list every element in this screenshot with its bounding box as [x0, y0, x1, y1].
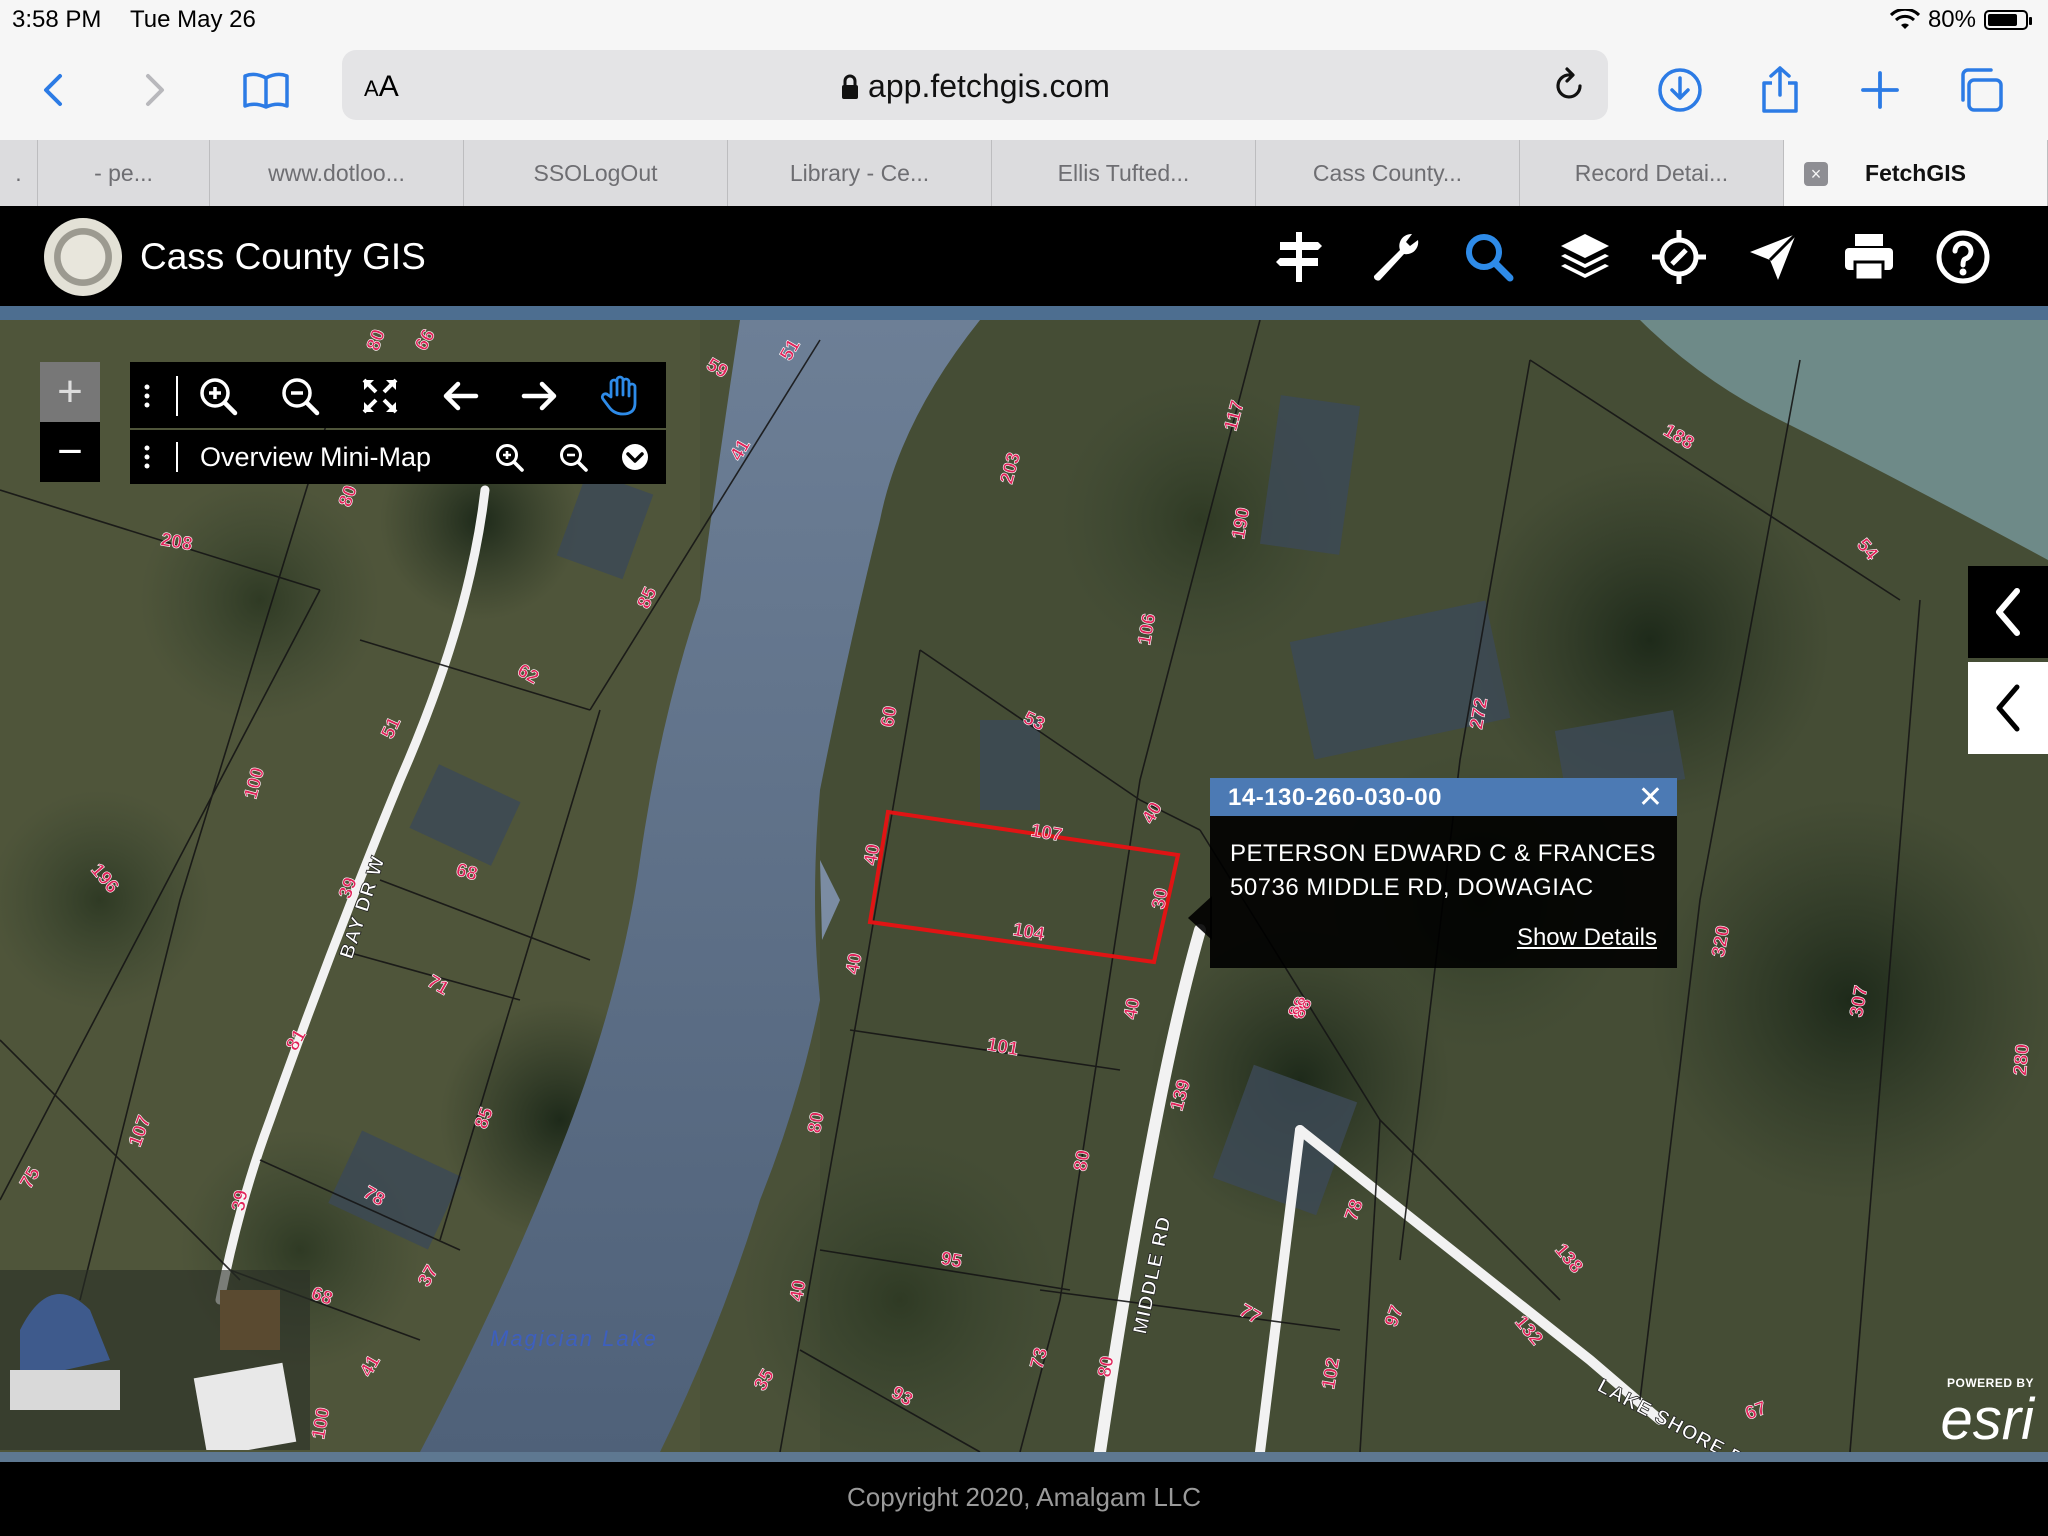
- browser-tab[interactable]: Library - Ce...: [728, 140, 992, 206]
- new-tab-icon[interactable]: [1850, 60, 1910, 120]
- parcel-info-popup: 14-130-260-030-00 ✕ PETERSON EDWARD C & …: [1210, 778, 1677, 968]
- battery-icon: [1984, 10, 2032, 30]
- parcel-address: 50736 MIDDLE RD, DOWAGIAC: [1230, 874, 1594, 901]
- app-header: Cass County GIS: [0, 206, 2048, 306]
- url-field[interactable]: app.fetchgis.com: [342, 68, 1608, 105]
- search-icon[interactable]: [1456, 224, 1522, 290]
- browser-tab[interactable]: Cass County...: [1256, 140, 1520, 206]
- lake-label: Magician Lake: [490, 1326, 658, 1351]
- pan-hand-icon[interactable]: [596, 372, 644, 420]
- minimap-zoom-in-icon[interactable]: [494, 442, 524, 472]
- next-extent-icon[interactable]: [516, 372, 564, 420]
- lock-icon: [842, 74, 859, 99]
- address-bar[interactable]: AA app.fetchgis.com: [342, 50, 1608, 120]
- parcel-number-label: 95: [939, 1248, 964, 1272]
- drag-handle-icon[interactable]: [144, 384, 150, 408]
- browser-tab-bar: . - pe... www.dotloo... SSOLogOut Librar…: [0, 140, 2048, 206]
- parcel-number-label: 60: [877, 704, 901, 728]
- zoom-control: + −: [40, 362, 100, 482]
- esri-attribution: POWERED BY esri: [1904, 1376, 2034, 1452]
- show-details-link[interactable]: Show Details: [1517, 924, 1657, 952]
- app-title: Cass County GIS: [140, 236, 426, 277]
- divider: [176, 376, 178, 416]
- popup-pointer: [1188, 896, 1212, 940]
- browser-tab[interactable]: Record Detai...: [1520, 140, 1784, 206]
- browser-tab-active[interactable]: × FetchGIS: [1784, 140, 2048, 206]
- side-panel-toggle[interactable]: [1968, 566, 2048, 658]
- parcel-number-label: 80: [804, 1110, 828, 1134]
- parcel-number-label: 280: [2010, 1043, 2034, 1076]
- share-icon[interactable]: [1750, 60, 1810, 120]
- copyright-text: Copyright 2020, Amalgam LLC: [846, 1482, 1202, 1512]
- browser-tab[interactable]: - pe...: [38, 140, 210, 206]
- close-tab-icon[interactable]: ×: [1804, 162, 1828, 186]
- overview-minimap-bar: Overview Mini-Map: [130, 430, 666, 484]
- print-icon[interactable]: [1836, 224, 1902, 290]
- zoom-in-button[interactable]: +: [40, 362, 100, 422]
- zoom-out-button[interactable]: −: [40, 422, 100, 482]
- popup-close-icon[interactable]: ✕: [1638, 780, 1663, 815]
- status-bar: 3:58 PM Tue May 26 80%: [0, 0, 2048, 40]
- layers-icon[interactable]: [1552, 224, 1618, 290]
- side-panel-toggle-secondary[interactable]: [1968, 662, 2048, 754]
- tabs-icon[interactable]: [1950, 60, 2010, 120]
- overview-thumbnail-image: [0, 1270, 310, 1450]
- back-icon[interactable]: [24, 60, 84, 120]
- header-divider: [0, 306, 2048, 320]
- wrench-icon[interactable]: [1362, 224, 1428, 290]
- forward-icon[interactable]: [124, 60, 184, 120]
- status-time: 3:58 PM: [12, 6, 102, 33]
- chevron-left-icon: [1996, 588, 2020, 636]
- previous-extent-icon[interactable]: [436, 372, 484, 420]
- battery-percent: 80%: [1927, 6, 1976, 33]
- browser-toolbar: AA app.fetchgis.com: [0, 40, 2048, 140]
- map-tools-bar: [130, 362, 666, 428]
- parcel-number-label: 39: [228, 1188, 252, 1212]
- full-extent-icon[interactable]: [356, 372, 404, 420]
- esri-logo: esri: [1940, 1387, 2034, 1452]
- url-text: app.fetchgis.com: [868, 68, 1110, 104]
- minimap-toggle-icon[interactable]: [620, 442, 650, 472]
- download-icon[interactable]: [1650, 60, 1710, 120]
- help-icon[interactable]: [1930, 224, 1996, 290]
- popup-header: 14-130-260-030-00: [1210, 778, 1677, 816]
- locate-icon[interactable]: [1646, 224, 1712, 290]
- county-seal-logo: [44, 218, 122, 296]
- parcel-id: 14-130-260-030-00: [1228, 784, 1442, 811]
- browser-tab[interactable]: Ellis Tufted...: [992, 140, 1256, 206]
- zoom-in-icon[interactable]: [194, 372, 242, 420]
- drag-handle-icon[interactable]: [144, 445, 150, 469]
- parcel-owner: PETERSON EDWARD C & FRANCES: [1230, 840, 1656, 867]
- minimap-label: Overview Mini-Map: [200, 442, 432, 472]
- browser-tab[interactable]: SSOLogOut: [464, 140, 728, 206]
- wifi-icon: [1889, 9, 1920, 29]
- minimap-zoom-out-icon[interactable]: [558, 442, 588, 472]
- zoom-out-icon[interactable]: [276, 372, 324, 420]
- reload-icon[interactable]: [1552, 66, 1588, 104]
- parcel-number-label: 40: [786, 1278, 810, 1302]
- browser-tab[interactable]: .: [0, 140, 38, 206]
- directions-icon[interactable]: [1266, 224, 1332, 290]
- status-date: Tue May 26: [130, 6, 256, 33]
- parcel-number-label: 80: [1094, 1354, 1118, 1378]
- footer: Copyright 2020, Amalgam LLC: [0, 1462, 2048, 1536]
- navigate-icon[interactable]: [1740, 224, 1806, 290]
- active-tab-label: FetchGIS: [1865, 159, 1966, 186]
- parcel-number-label: 40: [860, 842, 884, 866]
- status-right: 80%: [1889, 6, 2032, 34]
- parcel-number-label: 40: [1120, 996, 1144, 1020]
- chevron-left-icon: [1996, 684, 2020, 732]
- divider: [176, 442, 178, 472]
- parcel-number-label: 80: [1070, 1148, 1094, 1172]
- parcel-number-label: 30: [1148, 886, 1172, 910]
- map-bottom-divider: [0, 1452, 2048, 1462]
- bookmarks-icon[interactable]: [236, 60, 296, 120]
- browser-tab[interactable]: www.dotloo...: [210, 140, 464, 206]
- parcel-number-label: 40: [842, 951, 866, 975]
